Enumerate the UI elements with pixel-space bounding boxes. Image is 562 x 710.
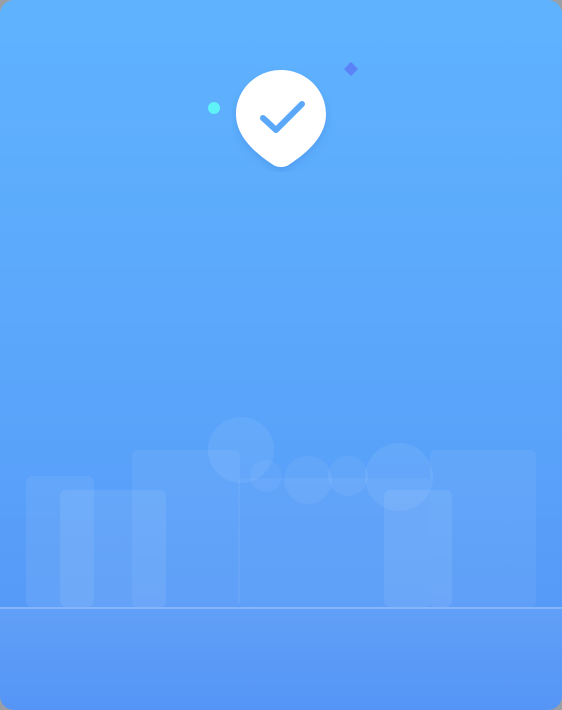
sparkle-dot-icon [208,102,220,114]
skyline-building [60,490,166,607]
pin-shape [236,70,326,167]
verified-checkmark-pin-icon [236,70,326,167]
skyline-building [384,490,452,607]
success-card [0,0,562,710]
ground-shadow [0,609,562,710]
